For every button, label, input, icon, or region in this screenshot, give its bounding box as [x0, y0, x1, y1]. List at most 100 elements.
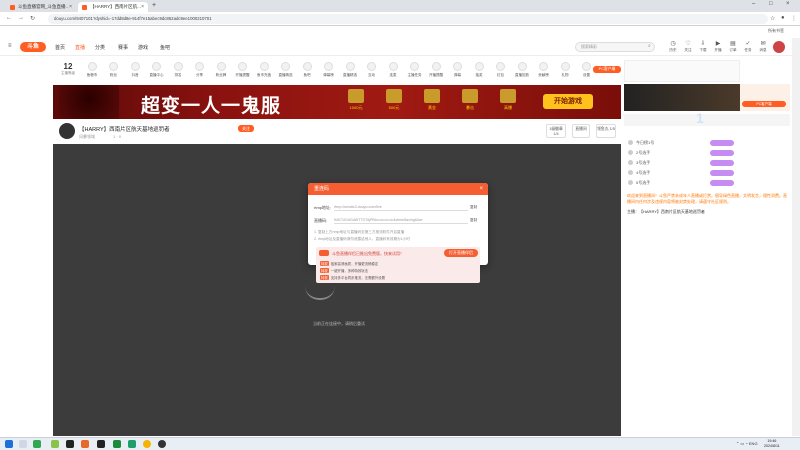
forward-icon[interactable]: →	[18, 15, 24, 21]
function-item[interactable]: 直播中心	[146, 62, 168, 78]
file-explorer-icon[interactable]	[51, 440, 59, 448]
maximize-icon[interactable]: □	[769, 1, 773, 7]
chrome-icon[interactable]	[143, 440, 151, 448]
order-button[interactable]: ▤ 订单	[726, 41, 740, 53]
rank-item[interactable]: 5号选手	[628, 180, 650, 186]
menu-icon[interactable]: ⋮	[791, 15, 797, 22]
function-item-icon	[152, 62, 161, 71]
rank-badge	[710, 160, 734, 166]
hamburger-icon[interactable]: ≡	[8, 43, 12, 49]
page-scrollbar[interactable]	[792, 38, 800, 436]
rank-item[interactable]: 3号选手	[628, 160, 650, 166]
sidebar-top-card[interactable]	[624, 60, 740, 82]
new-tab-icon[interactable]: +	[152, 2, 156, 9]
function-item[interactable]: 红包	[490, 62, 512, 78]
message-button[interactable]: ✉ 消息	[756, 41, 770, 53]
streamer-avatar[interactable]	[59, 123, 75, 139]
nav-events[interactable]: 赛事	[118, 44, 128, 51]
rank-item[interactable]: 2号选手	[628, 150, 650, 156]
function-item[interactable]: 直播回放	[511, 62, 533, 78]
nav-category[interactable]: 分类	[95, 44, 105, 51]
close-tab-icon[interactable]: ×	[141, 4, 144, 10]
function-item[interactable]: 贡献榜	[533, 62, 555, 78]
download-button[interactable]: ⇩ 下载	[696, 41, 710, 53]
windows-icon[interactable]	[5, 440, 13, 448]
function-item[interactable]: 排名	[167, 62, 189, 78]
app-icon[interactable]	[113, 440, 121, 448]
stream-code-field[interactable]: 9407101rlGdWTTSTdjPBt••••••••••••••&drms…	[334, 217, 468, 224]
url-input[interactable]: douyu.com/9407101?dyshid=-17dd8d8e-914f7…	[48, 14, 768, 24]
start-game-button[interactable]: 开始游戏	[543, 94, 593, 109]
badge-box[interactable]: 1级徽章 1/4	[546, 124, 566, 138]
pc-client-button[interactable]: PC客户端	[593, 66, 621, 73]
room-box[interactable]: 直播间	[572, 124, 590, 138]
reload-icon[interactable]: ↻	[30, 15, 35, 22]
function-item[interactable]: 抖音	[124, 62, 146, 78]
system-tray[interactable]: ⌃ ▭ ◔ ENG	[736, 441, 758, 446]
nav-home[interactable]: 首页	[55, 44, 65, 51]
app-icon[interactable]	[128, 440, 136, 448]
broadcast-button[interactable]: ▶ 开播	[711, 41, 725, 53]
all-bookmarks-link[interactable]: 所有书签	[768, 28, 784, 34]
function-item[interactable]: 主播任务	[404, 62, 426, 78]
function-item[interactable]: 开播提醒	[232, 62, 254, 78]
function-item-icon	[453, 62, 462, 71]
search-input[interactable]: 搜索精彩	[575, 42, 655, 52]
function-item[interactable]: 鱼吧	[296, 62, 318, 78]
fishball-box[interactable]: 领鱼丸 1/5	[596, 124, 616, 138]
function-item[interactable]: 直播精选	[275, 62, 297, 78]
edge-icon[interactable]	[66, 440, 74, 448]
close-tab-icon[interactable]: ×	[69, 4, 72, 10]
task-view-icon[interactable]	[33, 440, 41, 448]
search-icon[interactable]: ⌕	[648, 43, 651, 49]
function-item[interactable]: 弹幕榜	[318, 62, 340, 78]
function-item[interactable]: 开播提醒	[425, 62, 447, 78]
function-item-label: 鱼吧	[303, 73, 311, 77]
function-item[interactable]: 鱼币充值	[253, 62, 275, 78]
nav-live[interactable]: 直播	[75, 44, 85, 51]
function-item[interactable]: 礼物	[554, 62, 576, 78]
function-item[interactable]: 直播精选	[339, 62, 361, 78]
douyu-logo[interactable]: 斗鱼	[20, 42, 46, 52]
bookmark-star-icon[interactable]: ☆	[770, 15, 775, 22]
search-icon[interactable]	[19, 440, 27, 448]
mail-icon[interactable]	[97, 440, 105, 448]
function-item[interactable]: 粉丝	[103, 62, 125, 78]
browser-tab-active[interactable]: 【HARRY】西南片区航... ×	[78, 2, 148, 12]
browser-tab[interactable]: 斗鱼直播官网_斗鱼直播.. ×	[6, 2, 76, 12]
follow-button[interactable]: ♡ 关注	[681, 41, 695, 53]
nav-games[interactable]: 游戏	[138, 44, 148, 51]
function-item[interactable]: 鱼粮币	[81, 62, 103, 78]
stream-info-bar: 【HARRY】西南片区航天基地巡罚者 关注 风暴领域 1 · 0 1级徽章 1/…	[53, 120, 621, 144]
copy-code-button[interactable]: 复制	[470, 218, 477, 223]
history-button[interactable]: ◷ 历史	[666, 41, 680, 53]
store-icon[interactable]	[81, 440, 89, 448]
sidebar-ad-image[interactable]	[624, 84, 740, 111]
game-ad-banner[interactable]: 超变一人一鬼服 1000元 500元 黄金 暴击 高爆 开始游戏	[53, 85, 621, 119]
nav-fishbar[interactable]: 鱼吧	[160, 44, 170, 51]
function-item[interactable]: 粉丝牌	[210, 62, 232, 78]
rank-item[interactable]: 今日榜1号	[628, 140, 654, 146]
close-window-icon[interactable]: ×	[786, 1, 790, 7]
streamer-name[interactable]: 风暴领域	[79, 134, 95, 140]
rank-item[interactable]: 4号选手	[628, 170, 650, 176]
taskbar-clock[interactable]: 19:46 2024/8/11	[764, 439, 780, 449]
open-companion-button[interactable]: 打开直播伴侣	[444, 249, 478, 257]
function-item[interactable]: 分享	[189, 62, 211, 78]
close-icon[interactable]: ×	[479, 183, 483, 195]
rtmp-address-field[interactable]: rtmp://sendtc3.douyu.com/live	[334, 204, 468, 211]
minimize-icon[interactable]: –	[752, 1, 755, 7]
function-item[interactable]: 抽奖	[468, 62, 490, 78]
user-avatar[interactable]	[773, 41, 785, 53]
app-icon[interactable]	[158, 440, 166, 448]
profile-icon[interactable]: ●	[781, 15, 785, 21]
function-item[interactable]: 互动	[361, 62, 383, 78]
task-button[interactable]: ✓ 任务	[741, 41, 755, 53]
sidebar-ad-button[interactable]: PC客户端	[742, 101, 786, 107]
back-icon[interactable]: ←	[6, 15, 12, 21]
function-item[interactable]: 连麦	[382, 62, 404, 78]
copy-rtmp-button[interactable]: 复制	[470, 205, 477, 210]
function-item[interactable]: 弹幕	[447, 62, 469, 78]
follow-button[interactable]: 关注	[238, 125, 254, 132]
banner-character-image	[59, 85, 119, 119]
